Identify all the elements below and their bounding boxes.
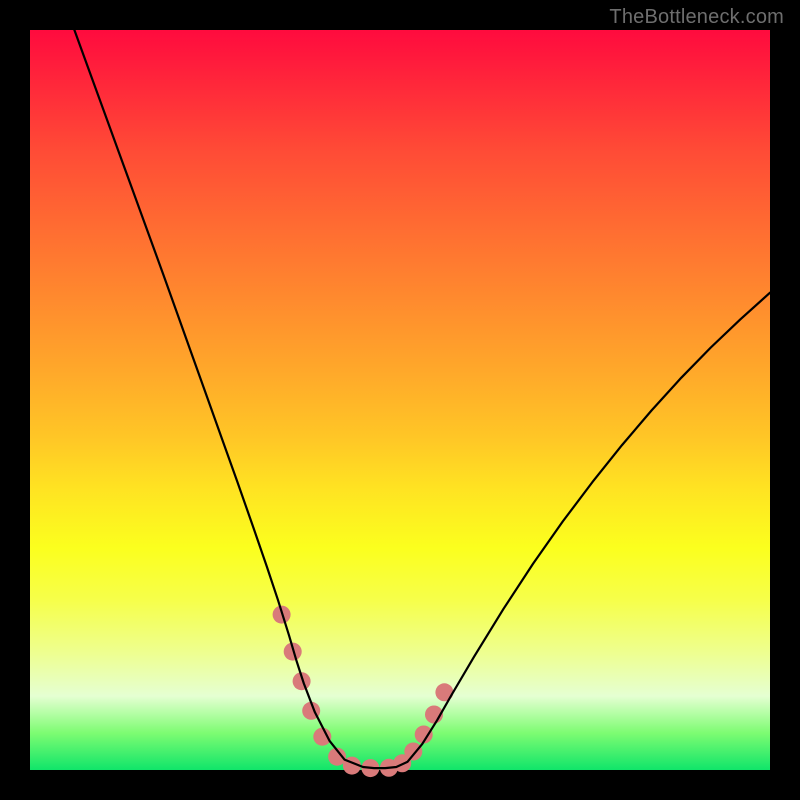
plot-overlay <box>30 30 770 770</box>
bottleneck-curve <box>74 30 770 768</box>
marker-dot <box>404 743 422 761</box>
chart-frame: TheBottleneck.com <box>0 0 800 800</box>
watermark-text: TheBottleneck.com <box>609 6 784 29</box>
marker-group <box>273 606 454 778</box>
plot-area <box>30 30 770 770</box>
